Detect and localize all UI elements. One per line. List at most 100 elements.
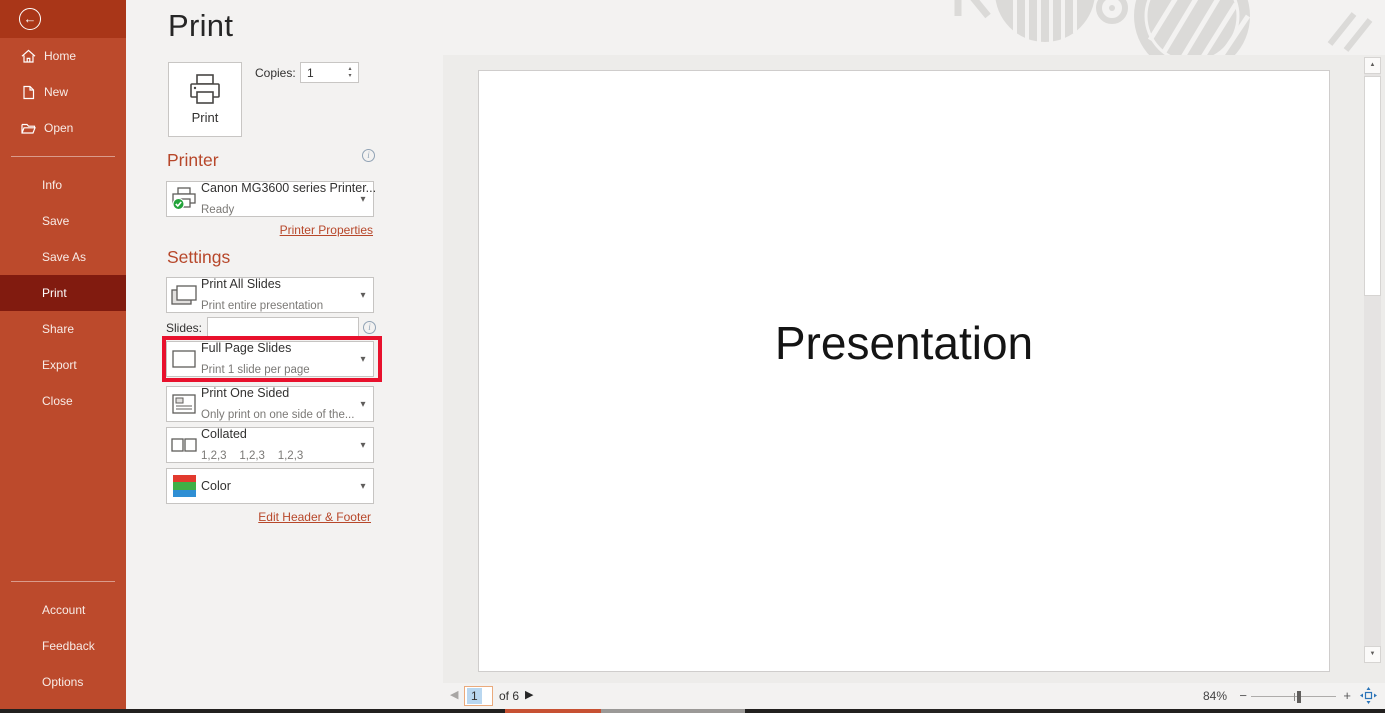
page-number-value: 1 xyxy=(467,688,482,704)
sidebar-item-options[interactable]: Options xyxy=(0,664,126,700)
sidebar-item-info[interactable]: Info xyxy=(0,167,126,203)
sidebar-item-label: Save As xyxy=(42,250,86,264)
print-button-label: Print xyxy=(192,110,219,125)
print-button[interactable]: Print xyxy=(168,62,242,137)
sidebar-item-print[interactable]: Print xyxy=(0,275,126,311)
scroll-down-icon[interactable]: ▼ xyxy=(1364,646,1381,663)
dropdown-title: Print One Sided xyxy=(201,386,289,400)
full-page-slides-icon xyxy=(170,349,198,369)
chevron-down-icon: ▾ xyxy=(353,290,373,301)
page-number-input[interactable]: 1 xyxy=(464,686,493,706)
zoom-to-fit-icon[interactable] xyxy=(1360,687,1377,704)
dropdown-subtitle: 1,2,3 1,2,3 1,2,3 xyxy=(201,450,303,462)
collation-dropdown[interactable]: Collated 1,2,3 1,2,3 1,2,3 ▾ xyxy=(166,427,374,463)
slides-info-icon[interactable]: i xyxy=(363,321,376,334)
printer-section-heading: Printer xyxy=(167,150,219,171)
sidebar-item-label: Options xyxy=(42,675,83,689)
dropdown-title: Print All Slides xyxy=(201,277,281,291)
printer-name: Canon MG3600 series Printer... xyxy=(201,181,376,195)
spin-down-icon[interactable]: ▾ xyxy=(348,73,351,80)
taskbar-accent-segment xyxy=(505,709,601,713)
sidebar-item-feedback[interactable]: Feedback xyxy=(0,628,126,664)
copies-stepper[interactable]: 1 ▴ ▾ xyxy=(300,62,359,83)
taskbar-edge xyxy=(0,709,1385,713)
home-icon xyxy=(21,49,36,64)
printer-info-icon[interactable]: i xyxy=(362,149,375,162)
sidebar-item-save-as[interactable]: Save As xyxy=(0,239,126,275)
chevron-down-icon: ▾ xyxy=(353,194,373,205)
chevron-down-icon: ▾ xyxy=(353,481,373,492)
slides-range-input[interactable] xyxy=(207,317,359,339)
printer-dropdown[interactable]: Canon MG3600 series Printer... Ready ▾ xyxy=(166,181,374,217)
sidebar-item-open[interactable]: Open xyxy=(0,110,126,146)
zoom-slider-thumb[interactable] xyxy=(1297,691,1301,703)
dropdown-title: Full Page Slides xyxy=(201,341,291,355)
backstage-sidebar: ← Home New Open Info Save Save xyxy=(0,0,126,713)
new-document-icon xyxy=(21,85,36,100)
printer-icon xyxy=(188,74,222,104)
sidebar-item-label: Home xyxy=(44,49,76,63)
chevron-down-icon: ▾ xyxy=(353,354,373,365)
dropdown-title: Collated xyxy=(201,427,247,441)
sidebar-item-label: Export xyxy=(42,358,77,372)
chevron-down-icon: ▾ xyxy=(353,440,373,451)
sidebar-top-band: ← xyxy=(0,0,126,38)
copies-label: Copies: xyxy=(255,66,296,80)
slide-title-text: Presentation xyxy=(479,316,1329,370)
print-all-slides-icon xyxy=(170,284,198,306)
sidebar-item-label: Info xyxy=(42,178,62,192)
chevron-down-icon: ▾ xyxy=(353,399,373,410)
print-one-sided-icon xyxy=(170,393,198,415)
backstage-decoration xyxy=(940,0,1385,58)
printer-properties-link[interactable]: Printer Properties xyxy=(280,223,373,237)
edit-header-footer-link[interactable]: Edit Header & Footer xyxy=(258,510,371,524)
sidebar-item-label: Save xyxy=(42,214,69,228)
sidebar-spacer xyxy=(0,419,126,571)
printer-status: Ready xyxy=(201,204,234,216)
sidebar-item-share[interactable]: Share xyxy=(0,311,126,347)
copies-spinner: ▴ ▾ xyxy=(342,63,358,82)
settings-section-heading: Settings xyxy=(167,247,230,268)
sidebar-item-label: Account xyxy=(42,603,85,617)
sidebar-item-save[interactable]: Save xyxy=(0,203,126,239)
zoom-level-label: 84% xyxy=(1203,689,1227,703)
sidebar-item-label: Share xyxy=(42,322,74,336)
zoom-slider-center-tick xyxy=(1294,693,1295,701)
sidebar-item-label: Feedback xyxy=(42,639,95,653)
next-page-icon[interactable]: ▶ xyxy=(525,688,533,701)
sidebar-item-account[interactable]: Account xyxy=(0,592,126,628)
sidebar-item-label: Close xyxy=(42,394,73,408)
print-layout-dropdown[interactable]: Full Page Slides Print 1 slide per page … xyxy=(166,341,374,377)
sidebar-item-home[interactable]: Home xyxy=(0,38,126,74)
back-button[interactable]: ← xyxy=(19,8,41,30)
slide-preview: Presentation xyxy=(478,70,1330,672)
slides-label: Slides: xyxy=(166,321,202,335)
preview-scrollbar[interactable]: ▲ ▼ xyxy=(1364,57,1381,663)
taskbar-gray-segment xyxy=(601,709,745,713)
color-swatch-icon xyxy=(173,475,196,497)
dropdown-subtitle: Print entire presentation xyxy=(201,300,323,312)
scroll-up-icon[interactable]: ▲ xyxy=(1364,57,1381,74)
sidebar-divider xyxy=(11,156,115,157)
scrollbar-thumb[interactable] xyxy=(1364,76,1381,296)
zoom-in-button[interactable]: + xyxy=(1343,688,1351,703)
printer-device-icon xyxy=(170,187,198,211)
sidebar-item-new[interactable]: New xyxy=(0,74,126,110)
sidebar-item-label: New xyxy=(44,85,68,99)
zoom-out-button[interactable]: − xyxy=(1239,688,1247,703)
previous-page-icon[interactable]: ◀ xyxy=(450,688,458,701)
print-sides-dropdown[interactable]: Print One Sided Only print on one side o… xyxy=(166,386,374,422)
dropdown-title: Color xyxy=(201,479,231,493)
spin-up-icon[interactable]: ▴ xyxy=(348,66,351,73)
sidebar-item-close[interactable]: Close xyxy=(0,383,126,419)
dropdown-subtitle: Only print on one side of the... xyxy=(201,409,354,421)
preview-status-bar: ◀ 1 of 6 ▶ 84% − + xyxy=(443,683,1385,709)
sidebar-item-export[interactable]: Export xyxy=(0,347,126,383)
dropdown-subtitle: Print 1 slide per page xyxy=(201,364,310,376)
decoration-graphic xyxy=(940,0,1385,58)
page-title: Print xyxy=(168,8,233,44)
collated-icon xyxy=(170,436,198,454)
print-range-dropdown[interactable]: Print All Slides Print entire presentati… xyxy=(166,277,374,313)
color-mode-dropdown[interactable]: Color ▾ xyxy=(166,468,374,504)
print-preview-pane: Presentation xyxy=(443,55,1385,683)
